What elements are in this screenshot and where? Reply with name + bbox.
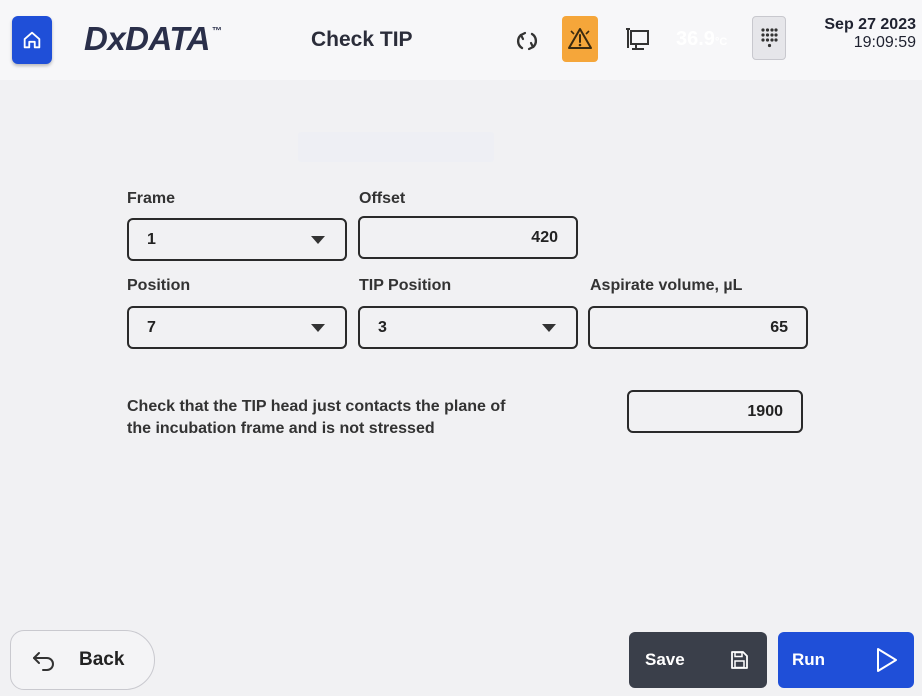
app-logo: DxDATA ™ xyxy=(84,20,222,57)
floppy-disk-icon xyxy=(731,651,748,669)
date-text: Sep 27 2023 xyxy=(824,16,916,33)
temperature-readout: 36.9°C xyxy=(676,28,728,50)
frame-value: 1 xyxy=(147,230,156,248)
position-label: Position xyxy=(127,277,191,294)
frame-label: Frame xyxy=(127,190,176,207)
run-button[interactable]: Run xyxy=(778,632,914,688)
warning-icon xyxy=(568,28,592,49)
offset-value: 420 xyxy=(531,228,558,246)
sync-icon[interactable] xyxy=(512,26,542,56)
tip-position-value: 3 xyxy=(378,318,387,336)
save-button[interactable]: Save xyxy=(629,632,767,688)
position-value: 7 xyxy=(147,318,156,336)
save-label: Save xyxy=(645,650,685,669)
computer-icon[interactable] xyxy=(622,24,654,56)
offset-input[interactable]: 420 xyxy=(358,216,578,259)
back-label: Back xyxy=(79,649,125,670)
time-text: 19:09:59 xyxy=(853,34,916,51)
contact-value-input[interactable]: 1900 xyxy=(627,390,803,433)
home-button[interactable] xyxy=(12,16,52,64)
header-bar: DxDATA ™ Check TIP 36.9°C Sep 27 2023 19… xyxy=(0,0,922,80)
home-icon xyxy=(23,31,41,49)
datetime-display: Sep 27 2023 19:09:59 xyxy=(800,16,916,52)
aspirate-volume-label: Aspirate volume, µL xyxy=(590,277,743,294)
keypad-button[interactable] xyxy=(752,16,786,60)
position-select[interactable]: 7 xyxy=(127,306,347,349)
aspirate-volume-value: 65 xyxy=(770,318,788,336)
offset-label: Offset xyxy=(359,190,406,207)
instruction-text: Check that the TIP head just contacts th… xyxy=(127,398,506,437)
run-label: Run xyxy=(792,650,826,669)
page-title: Check TIP xyxy=(311,28,413,51)
back-arrow-icon xyxy=(33,652,54,671)
ghost-overlay xyxy=(298,132,494,162)
back-button[interactable]: Back xyxy=(10,630,155,690)
chevron-down-icon xyxy=(311,324,325,332)
keypad-icon xyxy=(761,28,778,48)
chevron-down-icon xyxy=(542,324,556,332)
tip-position-select[interactable]: 3 xyxy=(358,306,578,349)
contact-value: 1900 xyxy=(747,402,783,420)
play-icon xyxy=(877,648,897,672)
tip-position-label: TIP Position xyxy=(359,277,452,294)
aspirate-volume-input[interactable]: 65 xyxy=(588,306,808,349)
chevron-down-icon xyxy=(311,236,325,244)
warning-button[interactable] xyxy=(562,16,598,62)
frame-select[interactable]: 1 xyxy=(127,218,347,261)
